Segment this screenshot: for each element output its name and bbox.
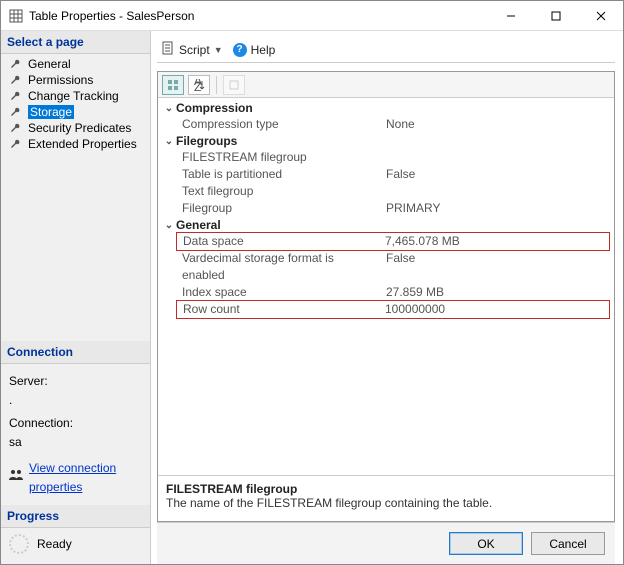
property-grid-toolbar: AZ — [158, 72, 614, 98]
page-item-security-predicates[interactable]: Security Predicates — [1, 120, 150, 136]
description-title: FILESTREAM filegroup — [166, 482, 606, 496]
main-toolbar: Script ▼ ? Help — [157, 37, 615, 63]
categorized-view-button[interactable] — [162, 75, 184, 95]
row-compression-type[interactable]: Compression typeNone — [158, 116, 614, 133]
category-compression[interactable]: ⌄Compression — [158, 100, 614, 116]
connection-info: Server: . Connection: sa View connection… — [1, 364, 150, 505]
page-item-permissions[interactable]: Permissions — [1, 72, 150, 88]
row-data-space[interactable]: Data space7,465.078 MB — [176, 232, 610, 251]
connection-label: Connection: — [9, 414, 142, 433]
page-item-change-tracking[interactable]: Change Tracking — [1, 88, 150, 104]
server-label: Server: — [9, 372, 142, 391]
wrench-icon — [9, 137, 23, 151]
page-item-storage[interactable]: Storage — [1, 104, 150, 120]
script-label: Script — [179, 43, 210, 57]
progress-spinner-icon — [9, 534, 29, 554]
server-value: . — [9, 391, 142, 410]
connection-value: sa — [9, 433, 142, 452]
table-icon — [9, 9, 23, 23]
category-filegroups[interactable]: ⌄Filegroups — [158, 133, 614, 149]
row-text-filegroup[interactable]: Text filegroup — [158, 183, 614, 200]
wrench-icon — [9, 105, 23, 119]
row-row-count[interactable]: Row count100000000 — [176, 300, 610, 319]
help-label: Help — [251, 43, 276, 57]
wrench-icon — [9, 73, 23, 87]
close-button[interactable] — [578, 1, 623, 30]
maximize-button[interactable] — [533, 1, 578, 30]
progress-status: Ready — [37, 537, 72, 551]
page-label: Permissions — [28, 73, 93, 87]
toolbar-separator — [216, 76, 217, 94]
property-pages-button — [223, 75, 245, 95]
page-list: General Permissions Change Tracking Stor… — [1, 54, 150, 154]
chevron-down-icon: ▼ — [214, 45, 223, 55]
wrench-icon — [9, 89, 23, 103]
sidebar: Select a page General Permissions Change… — [1, 31, 151, 564]
row-vardecimal[interactable]: Vardecimal storage format is enabledFals… — [158, 250, 614, 284]
dialog-footer: OK Cancel — [157, 522, 615, 564]
script-button[interactable]: Script ▼ — [161, 41, 223, 58]
chevron-down-icon: ⌄ — [162, 103, 176, 114]
progress-heading: Progress — [1, 505, 150, 528]
select-page-heading: Select a page — [1, 31, 150, 54]
ok-button[interactable]: OK — [449, 532, 523, 555]
category-general[interactable]: ⌄General — [158, 217, 614, 233]
page-item-general[interactable]: General — [1, 56, 150, 72]
view-connection-properties-link[interactable]: View connection properties — [29, 459, 142, 497]
chevron-down-icon: ⌄ — [162, 136, 176, 147]
window-title: Table Properties - SalesPerson — [29, 9, 488, 23]
page-label: Change Tracking — [28, 89, 119, 103]
connection-heading: Connection — [1, 341, 150, 364]
page-label: Security Predicates — [28, 121, 131, 135]
titlebar: Table Properties - SalesPerson — [1, 1, 623, 31]
row-filegroup[interactable]: FilegroupPRIMARY — [158, 200, 614, 217]
row-filestream-filegroup[interactable]: FILESTREAM filegroup — [158, 149, 614, 166]
page-label: Storage — [28, 105, 74, 119]
description-text: The name of the FILESTREAM filegroup con… — [166, 496, 606, 510]
property-rows: ⌄Compression Compression typeNone ⌄Fileg… — [158, 98, 614, 475]
help-icon: ? — [233, 43, 247, 57]
cancel-button[interactable]: Cancel — [531, 532, 605, 555]
chevron-down-icon: ⌄ — [162, 220, 176, 231]
page-item-extended-properties[interactable]: Extended Properties — [1, 136, 150, 152]
svg-text:Z: Z — [194, 80, 201, 91]
people-icon — [9, 468, 23, 487]
minimize-button[interactable] — [488, 1, 533, 30]
wrench-icon — [9, 121, 23, 135]
alphabetical-view-button[interactable]: AZ — [188, 75, 210, 95]
script-icon — [161, 41, 175, 58]
wrench-icon — [9, 57, 23, 71]
property-grid: AZ ⌄Compression Compression typeNone ⌄Fi… — [157, 71, 615, 522]
page-label: Extended Properties — [28, 137, 137, 151]
help-button[interactable]: ? Help — [233, 43, 276, 57]
row-index-space[interactable]: Index space27.859 MB — [158, 284, 614, 301]
page-label: General — [28, 57, 71, 71]
row-table-partitioned[interactable]: Table is partitionedFalse — [158, 166, 614, 183]
property-description: FILESTREAM filegroup The name of the FIL… — [158, 475, 614, 521]
